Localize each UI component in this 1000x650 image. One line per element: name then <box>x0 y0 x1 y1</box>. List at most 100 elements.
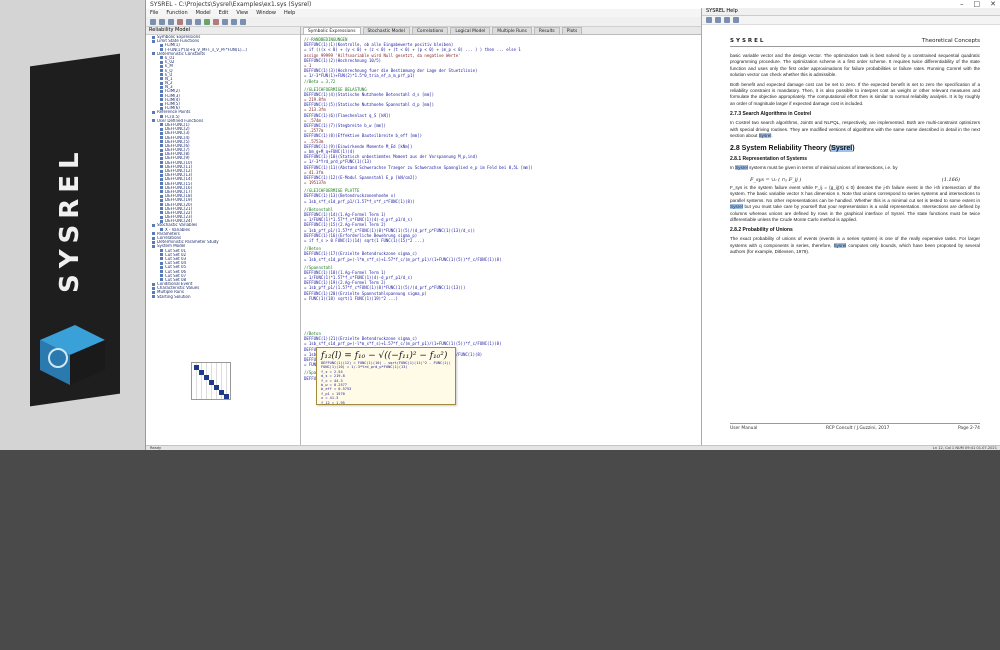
help-paragraph: In Costrel two search algorithms, JointS… <box>730 120 980 139</box>
brand-text: SYSREL <box>55 146 85 294</box>
tab-logical-model[interactable]: Logical Model <box>450 27 491 34</box>
node-icon <box>160 69 163 72</box>
maximize-button[interactable]: □ <box>974 0 981 8</box>
page-footer: User Manual RCP Consult / J.Guzzini, 201… <box>730 423 980 431</box>
node-icon <box>160 123 163 127</box>
footer-right: Page 2-74 <box>957 426 980 431</box>
back-icon[interactable] <box>706 17 712 23</box>
tooltip-formula: f₁₂(l) = f₁₀ − √((−f₁₁)² − f₁₀²) <box>321 351 448 361</box>
node-icon <box>160 265 163 269</box>
settings-icon[interactable] <box>222 18 228 25</box>
page-header: SYSREL Theoretical Concepts <box>730 38 980 47</box>
node-icon <box>160 169 163 173</box>
node-icon <box>160 257 163 261</box>
open-icon[interactable] <box>159 18 165 25</box>
node-icon <box>160 211 163 215</box>
tab-correlations[interactable]: Correlations <box>411 27 449 34</box>
help-text: but you must take care by yourself that … <box>730 204 980 222</box>
help-paragraph: The exact probability of unions of event… <box>730 236 980 255</box>
system-matrix[interactable] <box>191 362 231 400</box>
tree-items: Symbolic Expressions Limit State Function… <box>146 35 300 299</box>
node-icon <box>152 282 155 286</box>
help-icon[interactable] <box>240 18 246 25</box>
node-icon <box>160 140 163 144</box>
node-icon <box>160 64 163 68</box>
node-icon <box>160 81 163 85</box>
tab-results[interactable]: Results <box>533 27 560 34</box>
help-text: systems must be given in terms of minima… <box>747 165 898 171</box>
matrix-cell <box>224 394 229 399</box>
menu-view[interactable]: View <box>236 10 248 16</box>
help-page: SYSREL Theoretical Concepts basic variab… <box>730 38 980 438</box>
node-icon <box>160 198 163 202</box>
tab-plots[interactable]: Plots <box>561 27 583 34</box>
node-icon <box>160 73 163 77</box>
menu-edit[interactable]: Edit <box>219 10 229 16</box>
tooltip-line: f_12 = 1.95 <box>321 400 345 405</box>
formula-tooltip: f₁₂(l) = f₁₀ − √((−f₁₁)² − f₁₀²) DEFFUNC… <box>316 347 456 405</box>
help-heading: 2.8 System Reliability Theory (Sysrel) <box>730 145 980 153</box>
run-icon[interactable] <box>204 18 210 25</box>
node-icon <box>152 286 155 290</box>
plot-icon[interactable] <box>231 18 237 25</box>
tree-header: Reliability Model <box>146 27 300 35</box>
node-icon <box>160 278 163 282</box>
node-icon <box>160 85 163 89</box>
stop-icon[interactable] <box>213 18 219 25</box>
menu-file[interactable]: File <box>150 10 158 16</box>
close-button[interactable]: ✕ <box>990 0 996 8</box>
help-text: ) <box>852 145 855 153</box>
node-icon <box>160 43 163 47</box>
node-icon <box>160 98 163 102</box>
node-icon <box>160 165 163 169</box>
help-title-bar: SYSREL Help <box>702 8 1000 16</box>
app-window: SYSREL - C:\Projects\Sysrel\Examples\ex1… <box>145 0 1000 450</box>
save-icon[interactable] <box>168 18 174 25</box>
node-icon <box>152 244 155 248</box>
node-icon <box>152 119 155 123</box>
node-icon <box>160 102 163 106</box>
menu-help[interactable]: Help <box>284 10 295 16</box>
node-icon <box>160 270 163 273</box>
footer-center: RCP Consult / J.Guzzini, 2017 <box>825 426 890 431</box>
page-logo: SYSREL <box>730 38 766 44</box>
menu-model[interactable]: Model <box>196 10 211 16</box>
help-heading: 2.8.2 Probability of Unions <box>730 227 793 234</box>
code-area[interactable]: //-RANDBEDINGUNGEN DEFFUNC(1)(1)(Kontroll… <box>301 35 701 383</box>
tree-item-label: Starting Solution <box>157 294 191 299</box>
editor-tabs: Symbolic Expressions Stochastic Model Co… <box>301 27 701 35</box>
node-icon <box>160 152 163 156</box>
paste-icon[interactable] <box>195 18 201 25</box>
node-icon <box>160 203 163 206</box>
node-icon <box>160 148 163 152</box>
status-bar: Ready Ln 12, Col 1 NUM 09:41 01.07.2021 <box>146 445 1000 450</box>
menu-function[interactable]: Function <box>166 10 187 16</box>
help-window-title: SYSREL Help <box>706 8 738 14</box>
node-icon <box>160 177 163 181</box>
forward-icon[interactable] <box>715 17 721 23</box>
minimize-button[interactable]: – <box>960 0 964 8</box>
node-icon <box>160 207 163 211</box>
cut-icon[interactable] <box>177 18 183 25</box>
window-title: SYSREL - C:\Projects\Sysrel\Examples\ex1… <box>150 1 312 8</box>
search-highlight: Sysrel <box>831 145 853 153</box>
sysrel-logo-icon <box>40 325 105 385</box>
tree-item[interactable]: Starting Solution <box>146 295 300 299</box>
node-icon <box>152 240 155 244</box>
model-tree: Reliability Model Symbolic Expressions Li… <box>146 27 301 445</box>
copy-icon[interactable] <box>186 18 192 25</box>
home-icon[interactable] <box>724 17 730 23</box>
search-highlight: Sysrel <box>730 204 743 210</box>
main-panes: Reliability Model Symbolic Expressions Li… <box>146 8 1000 445</box>
equation-body: F_sys = ∪ᵢ ( ∩ⱼ F_ij ) <box>750 176 802 183</box>
node-icon <box>160 190 163 194</box>
node-icon <box>152 236 155 240</box>
tab-stochastic-model[interactable]: Stochastic Model <box>362 27 410 34</box>
tab-multiple-runs[interactable]: Multiple Runs <box>492 27 532 34</box>
menu-window[interactable]: Window <box>256 10 276 16</box>
tab-symbolic-expressions[interactable]: Symbolic Expressions <box>303 27 361 34</box>
search-highlight: Sysrel <box>758 133 772 139</box>
search-highlight: Sysrel <box>735 165 748 171</box>
new-icon[interactable] <box>150 18 156 25</box>
print-icon[interactable] <box>733 17 739 23</box>
